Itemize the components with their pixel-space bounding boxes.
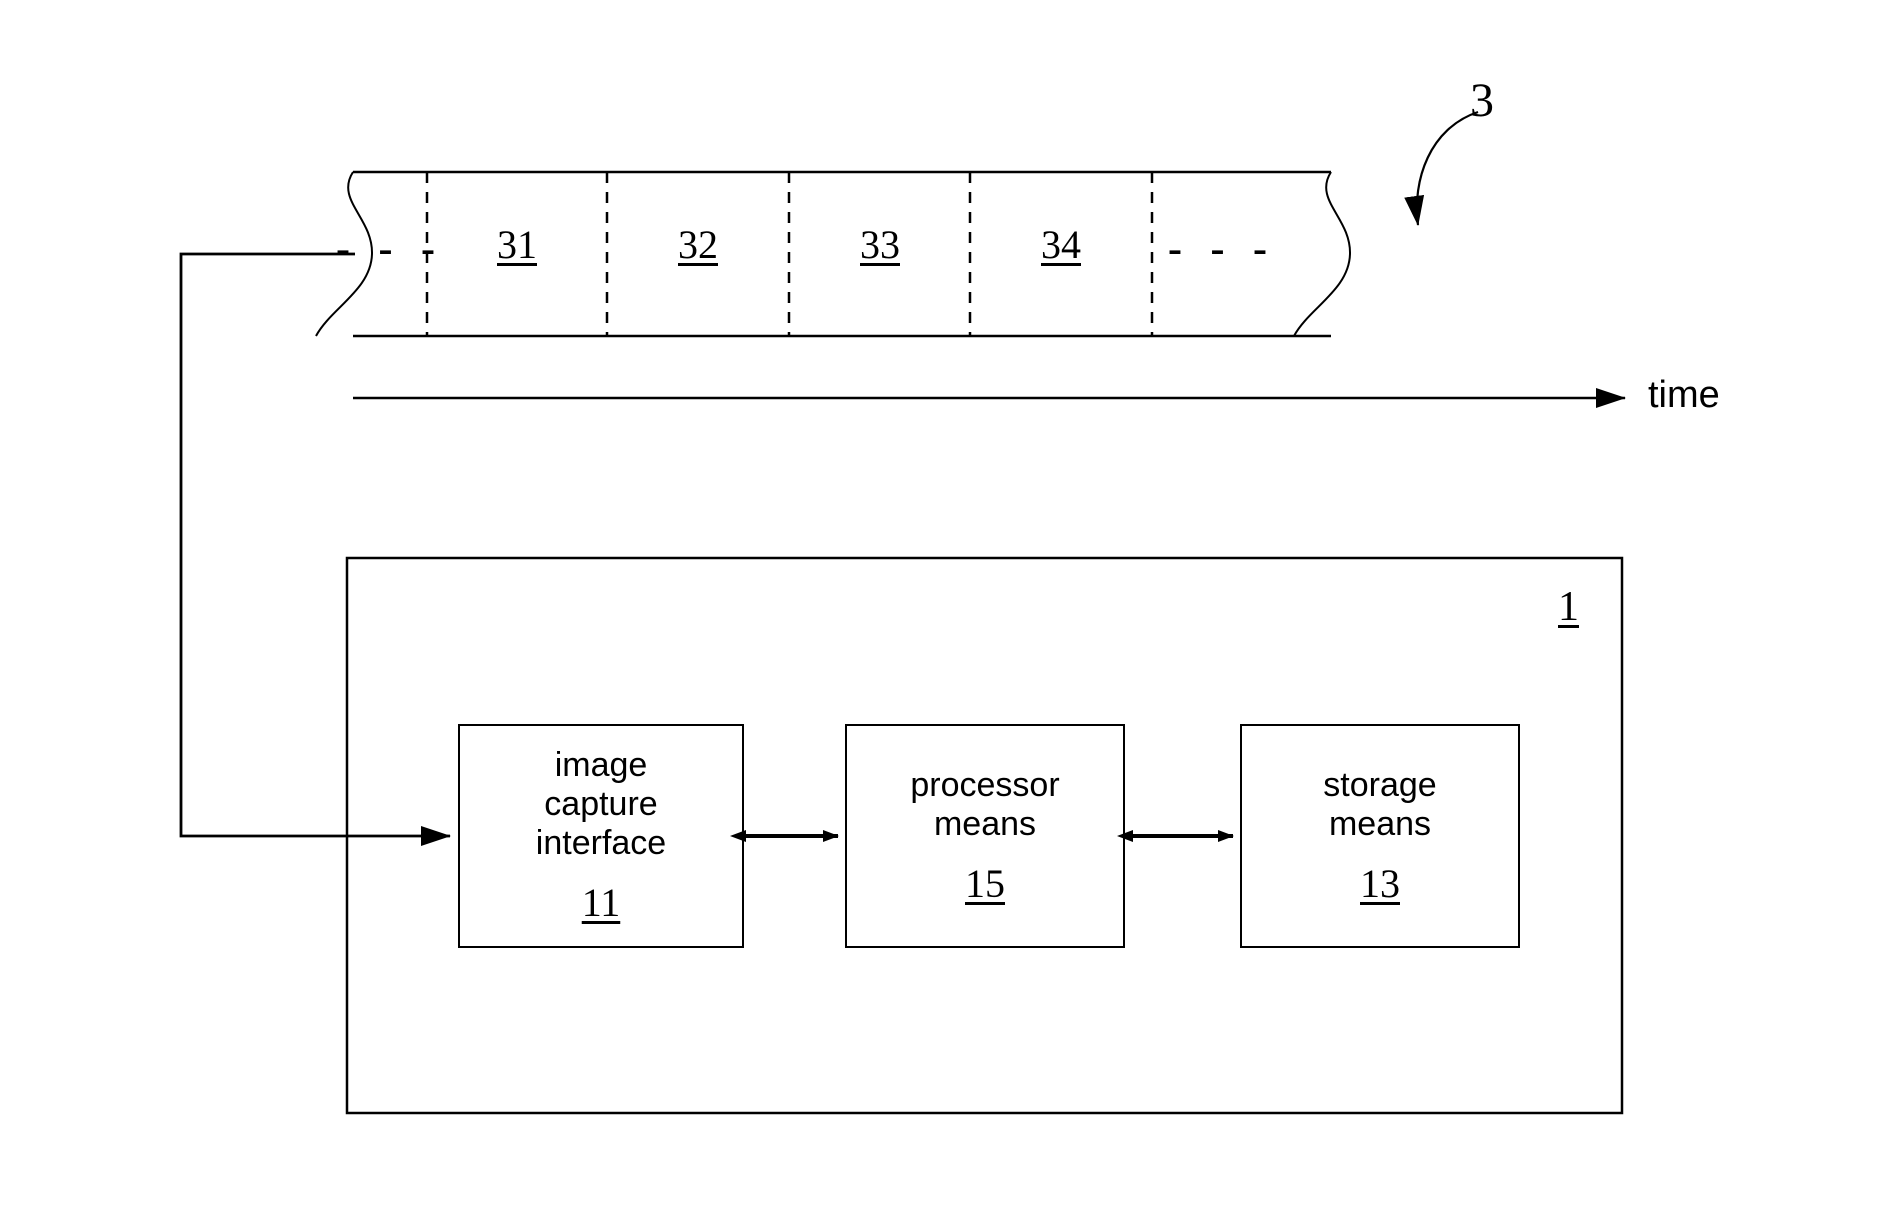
strip-cell-ellipsis-left: - - -	[336, 226, 444, 272]
reference-leader-3	[1404, 110, 1479, 226]
capture-feed-path	[179, 252, 451, 846]
block-label-line-1: processor	[910, 765, 1060, 804]
reference-numeral-15: 15	[965, 860, 1005, 906]
strip-cell-32: 32	[678, 222, 718, 267]
diagram-line-layer	[179, 110, 1626, 1115]
strip-cell-ellipsis-right: - - -	[1168, 226, 1276, 272]
reference-numeral-13: 13	[1360, 860, 1400, 906]
block-processor-means: processor means 15	[845, 724, 1125, 948]
block-label-line-3: interface	[535, 824, 667, 862]
reference-numeral-3: 3	[1470, 74, 1494, 127]
block-image-capture-interface: image capture interface 11	[458, 724, 744, 948]
time-axis-label: time	[1648, 374, 1720, 416]
block-storage-means: storage means 13	[1240, 724, 1520, 948]
block-label-line-2: capture	[544, 785, 658, 823]
strip-cell-31: 31	[497, 222, 537, 267]
block-label-line-2: means	[933, 804, 1037, 843]
strip-break-right	[1293, 171, 1352, 337]
reference-numeral-11: 11	[581, 880, 621, 925]
reference-numeral-1: 1	[1558, 584, 1579, 630]
strip-cell-34: 34	[1041, 222, 1081, 267]
block-label-line-1: storage	[1323, 765, 1437, 804]
block-label-line-2: means	[1328, 804, 1432, 843]
strip-cell-33: 33	[860, 222, 900, 267]
block-label-line-1: image	[554, 746, 648, 784]
patent-figure: - - - 31 32 33 34 - - - 3 time 1 image c…	[0, 0, 1904, 1216]
